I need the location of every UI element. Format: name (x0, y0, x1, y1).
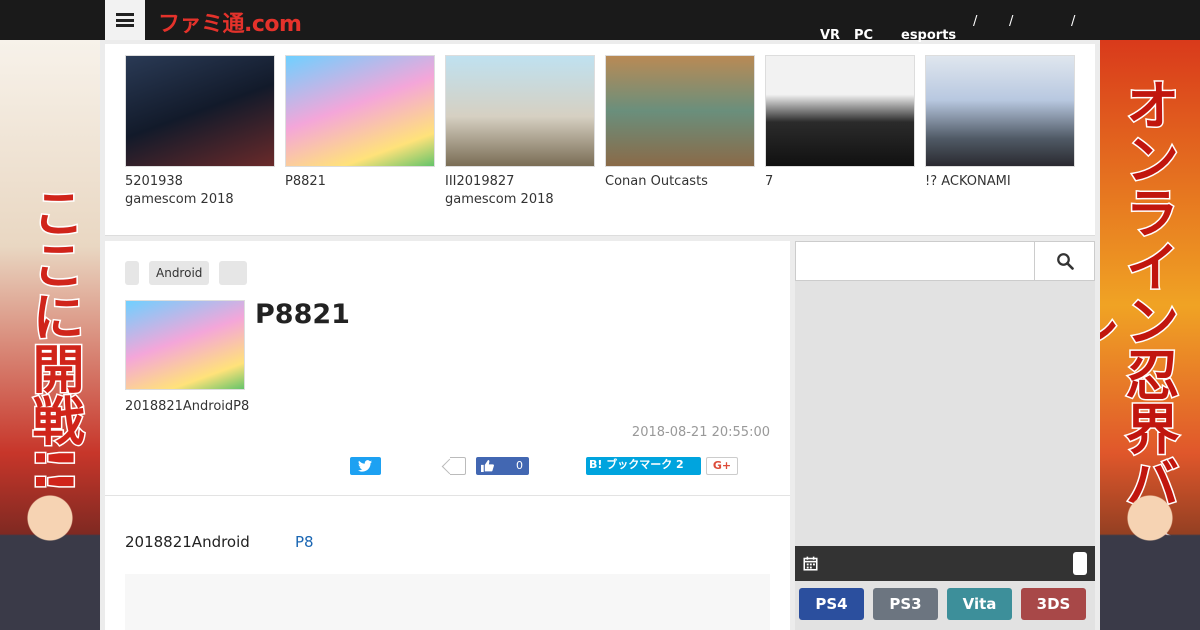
search-icon (1056, 253, 1074, 270)
facebook-like-count: 0 (516, 459, 523, 472)
carousel-card[interactable]: 5201938 gamescom 2018 (125, 55, 275, 209)
article-embed-box (125, 574, 770, 630)
article-main: Android P8821 2018821AndroidP8 2018-08-2… (105, 241, 790, 630)
carousel-caption[interactable]: 5201938 gamescom 2018 (125, 173, 275, 209)
article-thumbnail (125, 300, 245, 390)
article-lead: 2018821AndroidP8 (125, 399, 250, 414)
article-divider (105, 495, 790, 496)
nav-link-pc[interactable]: PC (854, 28, 873, 43)
tag-badge-android[interactable]: Android (149, 261, 210, 285)
search-button[interactable] (1035, 241, 1095, 281)
thumbs-up-icon (481, 460, 494, 472)
nav-separator: / (1071, 14, 1076, 29)
nav-link-esports[interactable]: esports (901, 28, 956, 43)
carousel-thumbnail[interactable] (925, 55, 1075, 167)
twitter-icon (358, 460, 372, 472)
carousel-caption[interactable]: III2019827 gamescom 2018 (445, 173, 595, 209)
featured-articles-carousel: 5201938 gamescom 2018 P8821 III2019827 g… (105, 44, 1095, 236)
platform-button-ps3[interactable]: PS3 (873, 588, 938, 620)
carousel-card[interactable]: 7 (765, 55, 915, 191)
left-ad-banner[interactable]: ここに開戦!! (0, 40, 100, 630)
release-calendar-header (795, 546, 1095, 581)
carousel-thumbnail[interactable] (605, 55, 755, 167)
article-body-link[interactable]: P8 (295, 533, 314, 551)
carousel-card[interactable]: III2019827 gamescom 2018 (445, 55, 595, 209)
nav-separator: / (973, 14, 978, 29)
menu-icon (116, 13, 134, 27)
article-title: P8821 (255, 299, 350, 330)
calendar-toggle[interactable] (1073, 552, 1087, 575)
carousel-caption[interactable]: 7 (765, 173, 915, 191)
search-input[interactable] (795, 241, 1035, 281)
hatena-bookmark-button[interactable]: B! ブックマーク 2 (586, 457, 701, 475)
platform-button-vita[interactable]: Vita (947, 588, 1012, 620)
article-date: 2018-08-21 20:55:00 (631, 425, 770, 440)
top-navigation-bar: ファミ通.com VR PC esports / / / (0, 0, 1200, 43)
left-banner-character-image (0, 470, 100, 630)
carousel-caption[interactable]: Conan Outcasts (605, 173, 755, 191)
facebook-like-button[interactable]: 0 (476, 457, 529, 475)
nav-link-vr[interactable]: VR (820, 28, 840, 43)
carousel-thumbnail[interactable] (445, 55, 595, 167)
nav-separator: / (1009, 14, 1014, 29)
carousel-thumbnail[interactable] (285, 55, 435, 167)
platform-button-ps4[interactable]: PS4 (799, 588, 864, 620)
carousel-thumbnail[interactable] (125, 55, 275, 167)
right-banner-character-image (1100, 470, 1200, 630)
tag-badge[interactable] (219, 261, 248, 285)
hamburger-menu-button[interactable] (105, 0, 145, 40)
carousel-caption[interactable]: !? ACKONAMI (925, 173, 1075, 191)
carousel-card[interactable]: P8821 (285, 55, 435, 191)
carousel-caption[interactable]: P8821 (285, 173, 435, 191)
article-body-text: 2018821Android (125, 533, 250, 551)
article-tags: Android (125, 261, 248, 285)
platform-button-3ds[interactable]: 3DS (1021, 588, 1086, 620)
tag-badge[interactable] (125, 261, 139, 285)
tweet-count-bubble (450, 457, 466, 475)
right-sidebar: PS4 PS3 Vita 3DS (795, 241, 1095, 630)
calendar-icon (803, 556, 818, 571)
right-ad-banner[interactable]: オンライン忍界バトル (1100, 40, 1200, 630)
site-logo[interactable]: ファミ通.com (158, 6, 302, 38)
carousel-thumbnail[interactable] (765, 55, 915, 167)
google-plus-button[interactable]: G+ (706, 457, 738, 475)
twitter-share-button[interactable] (350, 457, 381, 475)
carousel-card[interactable]: Conan Outcasts (605, 55, 755, 191)
carousel-card[interactable]: !? ACKONAMI (925, 55, 1075, 191)
